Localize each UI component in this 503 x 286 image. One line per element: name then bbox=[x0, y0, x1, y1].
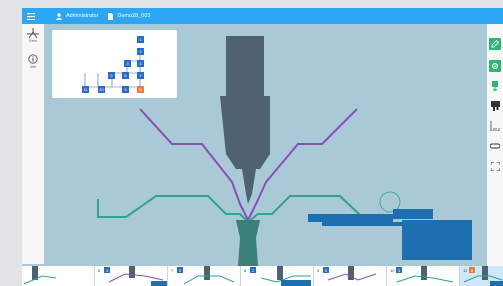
lower-die bbox=[236, 220, 260, 266]
tree-node[interactable]: 7 bbox=[137, 72, 144, 79]
tree-node[interactable]: 2 bbox=[137, 48, 144, 55]
tree-node[interactable]: 9 bbox=[122, 86, 129, 93]
tool-library-button[interactable] bbox=[489, 100, 501, 112]
bend-sequence-strip: 6 4 7 5 8 2 9 5 10 3 11 8 bbox=[22, 266, 503, 286]
hamburger-menu-icon[interactable] bbox=[22, 8, 40, 24]
fullscreen-button[interactable] bbox=[489, 160, 501, 172]
settings-icon bbox=[491, 62, 499, 70]
tree-node[interactable]: 1 bbox=[137, 36, 144, 43]
edit-icon bbox=[491, 40, 499, 48]
user-name: Administrator bbox=[66, 13, 99, 19]
flip-button[interactable] bbox=[489, 80, 501, 92]
settings-button[interactable] bbox=[489, 60, 501, 72]
step-thumbnail[interactable]: 6 4 bbox=[95, 266, 168, 286]
file-icon bbox=[108, 12, 114, 20]
backgauge bbox=[308, 209, 472, 260]
tool-library-icon bbox=[490, 101, 500, 111]
edit-button[interactable] bbox=[489, 38, 501, 50]
viewport: Administrator Demo28_003 Rem Info 1 2 3 … bbox=[22, 8, 503, 286]
bend-tree-panel: 1 2 3 4 5 6 7 11 10 9 8 bbox=[52, 30, 177, 98]
user-icon bbox=[56, 12, 62, 20]
step-thumbnail[interactable] bbox=[22, 266, 95, 286]
flip-icon bbox=[492, 81, 498, 91]
rotate-icon bbox=[490, 143, 500, 149]
step-thumbnail-current[interactable]: 11 8 bbox=[460, 266, 503, 286]
tree-node[interactable]: 4 bbox=[137, 60, 144, 67]
step-thumbnail[interactable]: 8 2 bbox=[241, 266, 314, 286]
step-thumbnail[interactable]: 10 3 bbox=[387, 266, 460, 286]
step-thumbnail[interactable]: 7 5 bbox=[168, 266, 241, 286]
tree-node[interactable]: 11 bbox=[82, 86, 89, 93]
top-bar: Administrator Demo28_003 bbox=[22, 8, 503, 24]
bend-tree-links bbox=[84, 49, 144, 88]
measure-button[interactable] bbox=[489, 120, 501, 132]
measure-icon bbox=[490, 121, 500, 131]
fullscreen-icon bbox=[490, 161, 500, 171]
upper-tool bbox=[220, 36, 270, 204]
program-name: Demo28_003 bbox=[117, 13, 151, 19]
tree-node[interactable]: 5 bbox=[108, 72, 115, 79]
tree-node[interactable]: 10 bbox=[98, 86, 105, 93]
right-toolbar bbox=[487, 24, 503, 266]
step-thumbnail[interactable]: 9 5 bbox=[314, 266, 387, 286]
rotate-button[interactable] bbox=[489, 140, 501, 152]
program-info[interactable]: Demo28_003 bbox=[108, 12, 151, 20]
tree-node[interactable]: 6 bbox=[122, 72, 129, 79]
user-info[interactable]: Administrator bbox=[56, 12, 99, 20]
tree-node-current[interactable]: 8 bbox=[137, 86, 144, 93]
app-window: Administrator Demo28_003 Rem Info 1 2 3 … bbox=[0, 0, 503, 286]
tree-node[interactable]: 3 bbox=[124, 60, 131, 67]
